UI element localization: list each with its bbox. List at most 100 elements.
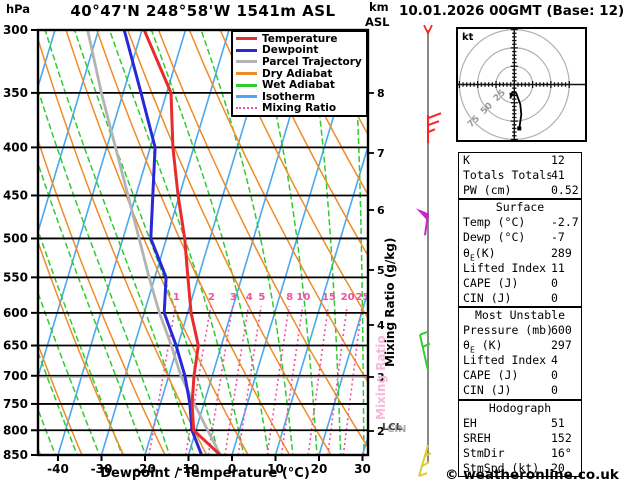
stats-row: SREH 152 [459, 431, 581, 446]
stats-label: CIN (J) [463, 383, 512, 398]
pressure-tick-label: 700 [3, 369, 28, 383]
mixing-ratio-axis-label: Mixing Ratio (g/kg) [383, 237, 397, 367]
stats-row: CIN (J) 0 [459, 291, 581, 306]
mixing-ratio-value-label: 2 [208, 292, 215, 303]
stats-row: Lifted Index 11 [459, 261, 581, 276]
wind-barb-flag [416, 208, 429, 236]
stats-value: 41 [551, 168, 565, 183]
stats-label: K [463, 153, 470, 167]
pressure-tick-label: 850 [3, 448, 28, 462]
wind-barb-barb [427, 112, 442, 144]
stats-label: θE (K) [463, 338, 503, 354]
temperature-tick-label: 30 [354, 462, 371, 476]
stats-row: PW (cm) 0.52 [459, 183, 581, 198]
stats-section-hodograph: Hodograph EH 51 SREH 152 StmDir 16° StmSpd (kt)… [458, 399, 582, 477]
legend-label: Isotherm [262, 90, 316, 103]
mixing-ratio-value-label: 4 [246, 292, 253, 303]
legend-item: Temperature [236, 33, 366, 45]
stats-row: θE (K) 297 [459, 338, 581, 353]
stats-label: PW (cm) [463, 183, 512, 198]
legend-swatch-dewpoint [236, 48, 257, 52]
pressure-tick-label: 550 [3, 270, 28, 284]
stats-section-title: Most Unstable [474, 307, 565, 322]
mixing-ratio-line [327, 305, 348, 455]
mixing-ratio-line [280, 305, 304, 455]
pressure-tick-label: 750 [3, 397, 28, 411]
legend-swatch-dry-adiabat [236, 72, 257, 76]
pressure-tick-label: 800 [3, 423, 28, 437]
pressure-tick-label: 350 [3, 86, 28, 100]
stats-value: 11 [551, 260, 565, 275]
stats-row: EH 51 [459, 416, 581, 431]
wind-barb-barb3 [418, 444, 432, 478]
stats-row: CAPE (J) 0 [459, 368, 581, 383]
legend-item: Isotherm [236, 91, 366, 103]
stats-label: Pressure (mb) [463, 323, 551, 338]
mixing-ratio-value-label: 5 [258, 292, 265, 303]
stats-row: Pressure (mb) 600 [459, 323, 581, 338]
stats-label: Lifted Index [463, 260, 547, 275]
stats-row: K 12 [459, 153, 581, 168]
mixing-ratio-value-label: 15 [322, 292, 336, 303]
stats-value: 0 [551, 383, 558, 398]
stats-value: 12 [551, 153, 565, 167]
legend-swatch-parcel-trajectory [236, 60, 257, 64]
sounding-page: 1 2 3 4 5 8 10 15 20 25 300 350 400 450 500 550 600 650 70… [0, 0, 629, 486]
legend-label: Dewpoint [262, 44, 319, 57]
stats-section: K 12 Totals Totals 41 PW (cm) 0.52 [458, 152, 582, 200]
wind-barb-arrow [423, 24, 433, 36]
pressure-tick-label: 450 [3, 188, 28, 202]
stats-row: Temp (°C) -2.7 [459, 215, 581, 230]
pressure-unit-label: hPa [6, 2, 31, 16]
mixing-ratio-line [207, 305, 234, 455]
pressure-tick-label: 300 [3, 23, 28, 37]
hodograph-svg: 255075kt [456, 27, 587, 142]
mixing-ratio-line [237, 305, 262, 455]
stats-tables: K 12 Totals Totals 41 PW (cm) 0.52 Surface Temp… [458, 152, 582, 477]
legend-item: Mixing Ratio [236, 103, 366, 115]
legend-swatch-isotherm [236, 95, 257, 99]
stats-value: 600 [551, 323, 572, 338]
stats-row: Lifted Index 4 [459, 353, 581, 368]
pressure-tick-label: 650 [3, 339, 28, 353]
stats-label: Totals Totals [463, 168, 551, 183]
stats-row: Dewp (°C) -7 [459, 230, 581, 245]
wet-adiabat-line [70, 30, 220, 455]
hodograph-trace-start-marker [517, 126, 522, 131]
legend-label: Parcel Trajectory [262, 55, 362, 68]
lcl-annotation: LCL [382, 422, 403, 433]
stats-label: Dewp (°C) [463, 230, 526, 245]
legend-swatch-mixing-ratio [236, 107, 257, 110]
stats-label: CAPE (J) [463, 275, 519, 290]
pressure-tick-label: 600 [3, 306, 28, 320]
stats-row: CAPE (J) 0 [459, 276, 581, 291]
mixing-ratio-value-label: 3 [230, 292, 237, 303]
stats-row: CIN (J) 0 [459, 383, 581, 398]
altitude-tick-label: 8 [377, 87, 385, 100]
stats-row: Totals Totals 41 [459, 168, 581, 183]
stats-value: 297 [551, 338, 572, 353]
legend-label: Temperature [262, 32, 338, 45]
stats-label: Lifted Index [463, 353, 547, 368]
stats-row: StmDir 16° [459, 446, 581, 461]
altitude-tick-label: 6 [377, 204, 385, 217]
stats-value: 51 [551, 415, 565, 430]
pressure-tick-label: 400 [3, 140, 28, 154]
altitude-tick-label: 7 [377, 147, 385, 160]
stats-label: StmDir [463, 445, 505, 460]
temperature-axis-label: Dewpoint / Temperature (°C) [100, 466, 310, 481]
legend-label: Mixing Ratio [262, 102, 337, 115]
legend-item: Dry Adiabat [236, 68, 366, 80]
stats-label: Temp (°C) [463, 215, 526, 230]
stats-label: CAPE (J) [463, 368, 519, 383]
page-title: 40°47'N 248°58'W 1541m ASL [70, 2, 336, 20]
stats-value: -2.7 [551, 215, 579, 230]
stats-value: 0 [551, 275, 558, 290]
mixing-ratio-value-label: 8 [286, 292, 293, 303]
stats-label: SREH [463, 430, 491, 445]
hodograph-unit-label: kt [462, 32, 474, 43]
legend-item: Dewpoint [236, 45, 366, 57]
stats-value: -7 [551, 230, 565, 245]
credit-link[interactable]: © weatheronline.co.uk [445, 467, 619, 483]
legend-label: Dry Adiabat [262, 67, 333, 80]
